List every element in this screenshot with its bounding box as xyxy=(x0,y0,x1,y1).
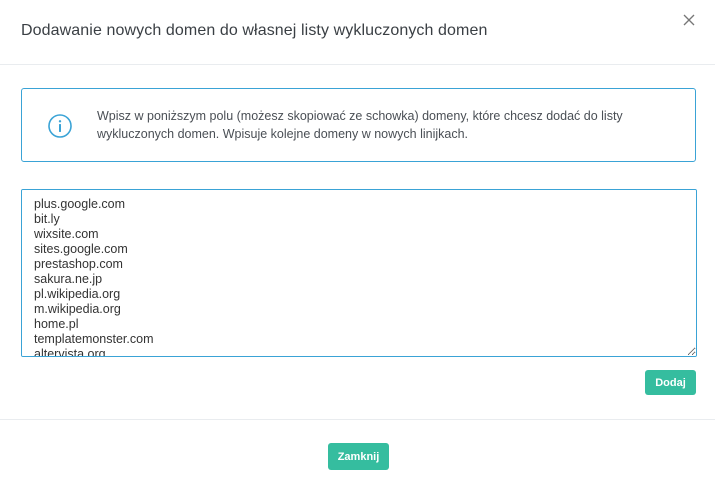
domains-textarea[interactable] xyxy=(21,189,697,357)
info-alert: Wpisz w poniższym polu (możesz skopiować… xyxy=(21,88,696,162)
add-button[interactable]: Dodaj xyxy=(645,370,696,395)
domains-textarea-wrapper xyxy=(21,189,697,357)
close-button[interactable] xyxy=(679,10,699,30)
modal-header: Dodawanie nowych domen do własnej listy … xyxy=(0,0,715,65)
close-icon xyxy=(683,14,695,26)
modal-footer: Zamknij xyxy=(0,419,715,489)
modal-dialog: Dodawanie nowych domen do własnej listy … xyxy=(0,0,715,489)
modal-title: Dodawanie nowych domen do własnej listy … xyxy=(21,22,488,39)
info-circle-icon xyxy=(48,114,72,138)
info-text: Wpisz w poniższym polu (możesz skopiować… xyxy=(97,109,623,141)
close-footer-button[interactable]: Zamknij xyxy=(328,443,389,470)
